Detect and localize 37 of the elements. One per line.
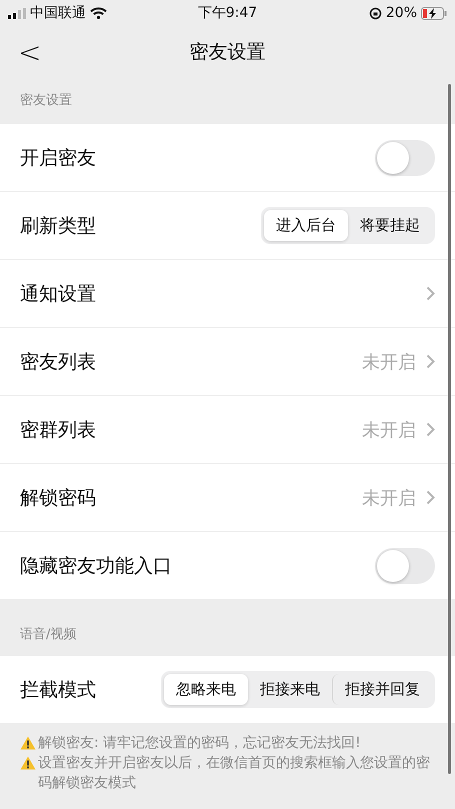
row-label: 密群列表 <box>20 418 96 442</box>
row-value: 未开启 <box>362 350 416 374</box>
row-value: 未开启 <box>362 486 416 510</box>
section-header: 密友设置 <box>19 92 73 110</box>
row-label: 解锁密码 <box>20 486 96 510</box>
row-label: 刷新类型 <box>20 214 96 238</box>
warning-icon <box>20 756 36 770</box>
note-text: 设置密友并开启密友以后，在微信首页的搜索框输入您设置的密码解锁密友模式 <box>38 754 431 793</box>
segment-option[interactable]: 进入后台 <box>264 210 348 241</box>
back-button[interactable]: < <box>14 36 46 68</box>
row-label: 通知设置 <box>20 282 96 306</box>
row-label: 隐藏密友功能入口 <box>20 554 172 578</box>
chevron-icon[interactable] <box>426 354 435 369</box>
wifi-icon <box>90 7 107 19</box>
row-label: 开启密友 <box>20 146 96 170</box>
chevron-icon[interactable] <box>426 422 435 437</box>
row-value: 未开启 <box>362 418 416 442</box>
toggle-switch[interactable] <box>375 140 435 176</box>
section-header: 语音/视频 <box>19 626 78 644</box>
chevron-icon[interactable] <box>426 490 435 505</box>
toggle-switch[interactable] <box>375 548 435 584</box>
segment-option[interactable]: 拒接来电 <box>248 674 332 705</box>
warning-icon <box>20 736 36 750</box>
battery-charging-icon <box>421 6 447 20</box>
rotation-lock-icon <box>368 6 382 20</box>
battery-percent: 20% <box>386 5 417 21</box>
segment-option[interactable]: 将要挂起 <box>348 210 432 241</box>
note-text: 解锁密友: 请牢记您设置的密码，忘记密友无法找回! <box>38 734 361 753</box>
row-label: 密友列表 <box>20 350 96 374</box>
signal-icon <box>8 8 26 18</box>
segment-option[interactable]: 拒接并回复 <box>332 674 432 705</box>
page-title: 密友设置 <box>190 40 266 65</box>
carrier-name: 中国联通 <box>30 4 86 22</box>
status-time: 下午9:47 <box>198 4 258 22</box>
chevron-icon[interactable] <box>426 286 435 301</box>
row-label: 拦截模式 <box>20 678 96 702</box>
segment-option[interactable]: 忽略来电 <box>164 674 248 705</box>
